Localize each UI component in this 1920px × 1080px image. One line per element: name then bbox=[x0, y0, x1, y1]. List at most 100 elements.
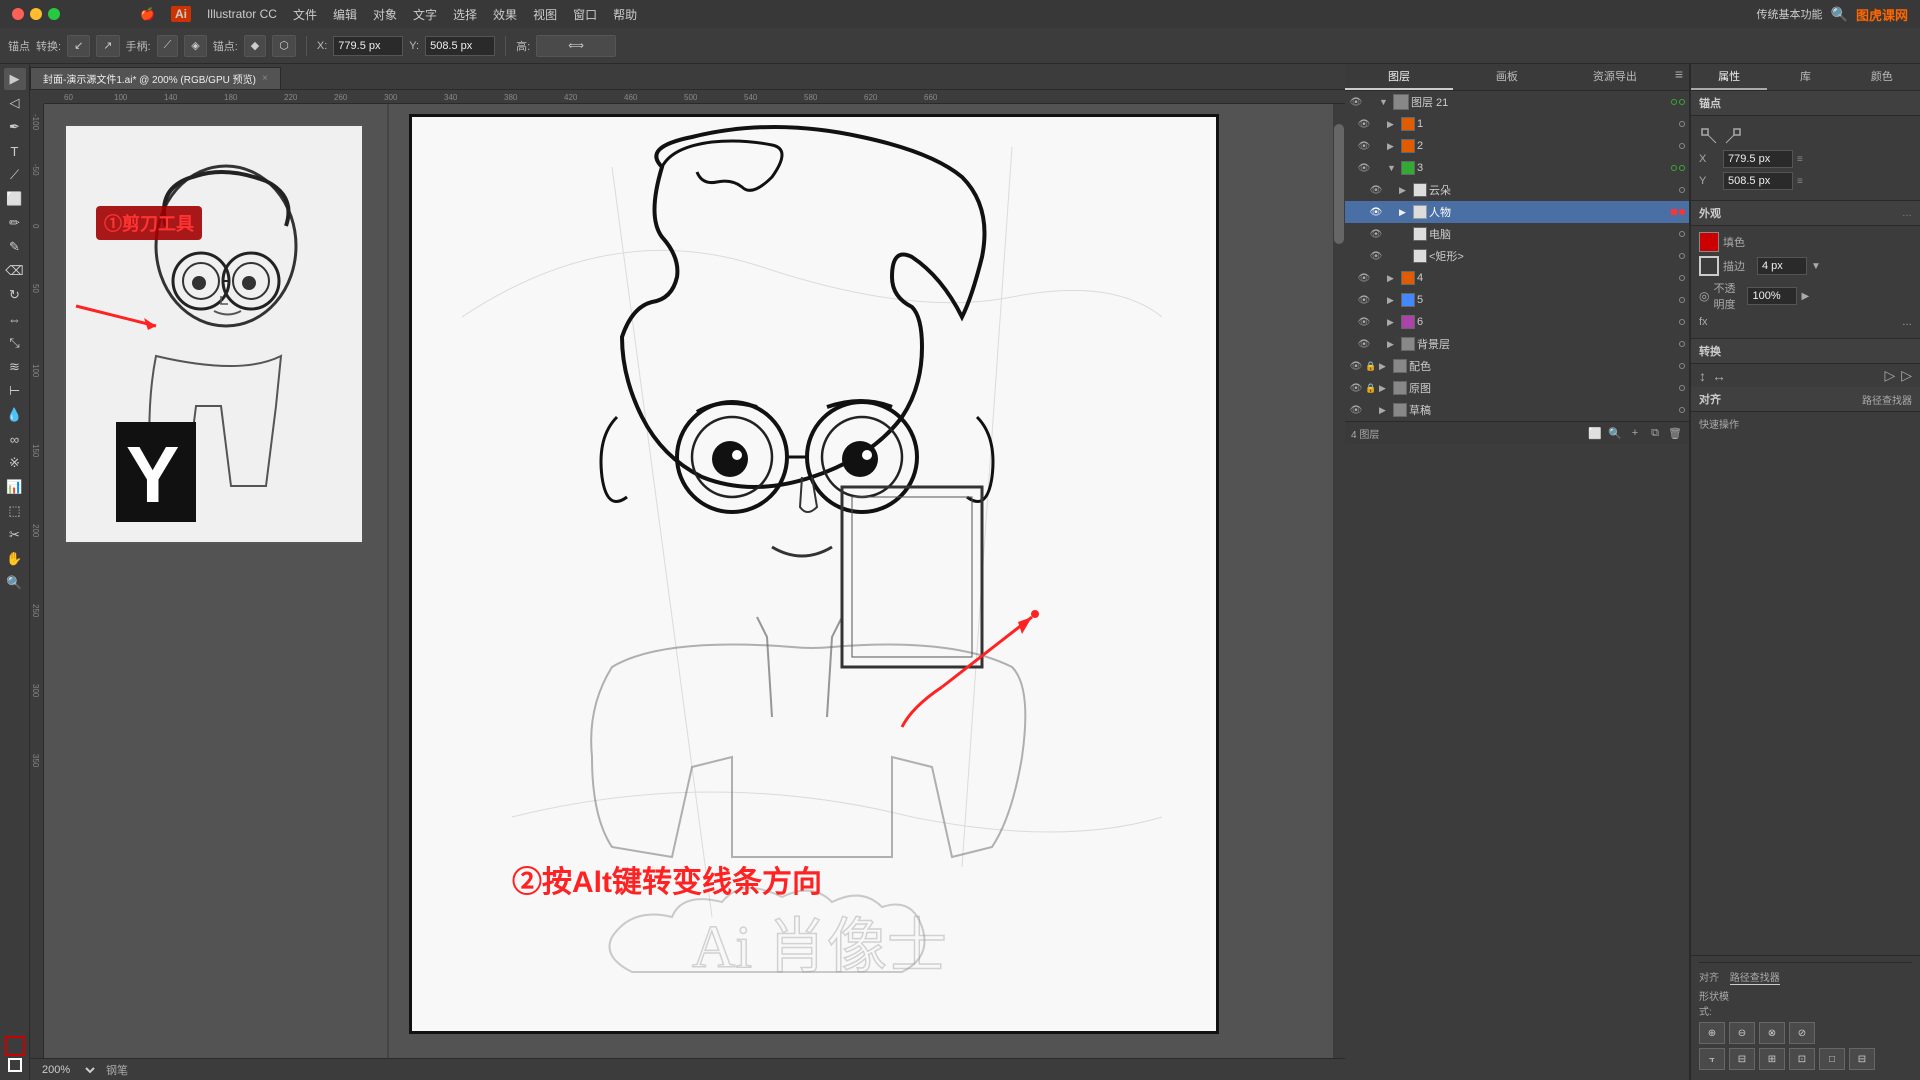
tool-select[interactable]: ▶ bbox=[4, 68, 26, 90]
layer-eye-3[interactable]: 👁 bbox=[1357, 161, 1371, 175]
layer-row-color[interactable]: 👁 🔒 ▶ 配色 bbox=[1345, 355, 1689, 377]
layer-eye-person[interactable]: 👁 bbox=[1369, 205, 1383, 219]
anchor-section-header[interactable]: 锚点 bbox=[1691, 91, 1920, 116]
layer-row-1[interactable]: 👁 ▶ 1 bbox=[1345, 113, 1689, 135]
anchor-btn2[interactable]: ⬡ bbox=[272, 35, 296, 57]
right-tab-properties[interactable]: 属性 bbox=[1691, 64, 1767, 90]
hand-btn1[interactable]: ⟋ bbox=[157, 35, 179, 57]
layer-eye-pc[interactable]: 👁 bbox=[1369, 227, 1383, 241]
tool-type[interactable]: T bbox=[4, 140, 26, 162]
layer-row-person[interactable]: 👁 ▶ 人物 bbox=[1345, 201, 1689, 223]
transform-btn1[interactable]: ↙ bbox=[67, 35, 90, 57]
layer-eye-4[interactable]: 👁 bbox=[1357, 271, 1371, 285]
align-section-header[interactable]: 对齐 路径查找器 bbox=[1691, 387, 1920, 412]
tool-symbol[interactable]: ※ bbox=[4, 452, 26, 474]
menu-effect[interactable]: 效果 bbox=[493, 6, 517, 23]
menu-window[interactable]: 窗口 bbox=[573, 6, 597, 23]
zoom-select[interactable]: 200% 100% 150% 50% bbox=[38, 1063, 98, 1077]
layer-eye-21[interactable]: 👁 bbox=[1349, 95, 1363, 109]
layer-expand-5[interactable]: ▶ bbox=[1387, 295, 1399, 306]
layer-eye-color[interactable]: 👁 bbox=[1349, 359, 1363, 373]
document-tab[interactable]: 封面-演示源文件1.ai* @ 200% (RGB/GPU 预览) × bbox=[30, 67, 281, 89]
anchor-btn1[interactable]: ◆ bbox=[244, 35, 266, 57]
layer-new-page-btn[interactable]: ⬜ bbox=[1587, 425, 1603, 441]
right-tab-library[interactable]: 库 bbox=[1767, 64, 1843, 90]
layer-row-rect[interactable]: 👁 <矩形> bbox=[1345, 245, 1689, 267]
tool-slice[interactable]: ✂ bbox=[4, 524, 26, 546]
layer-expand-4[interactable]: ▶ bbox=[1387, 273, 1399, 284]
right-tab-color[interactable]: 颜色 bbox=[1844, 64, 1920, 90]
menu-edit[interactable]: 编辑 bbox=[333, 6, 357, 23]
x-input[interactable] bbox=[333, 36, 403, 56]
tool-pen[interactable]: ✒ bbox=[4, 116, 26, 138]
stroke-input[interactable] bbox=[1757, 257, 1807, 275]
pf-minus2-btn[interactable]: ⊟ bbox=[1849, 1048, 1875, 1070]
layer-row-2[interactable]: 👁 ▶ 2 bbox=[1345, 135, 1689, 157]
layers-tab-layers[interactable]: 图层 bbox=[1345, 64, 1453, 90]
layer-row-21[interactable]: 👁 ▼ 图层 21 bbox=[1345, 91, 1689, 113]
transform-icon3[interactable]: ▷ bbox=[1884, 367, 1895, 384]
tool-width[interactable]: ⊢ bbox=[4, 380, 26, 402]
tool-warp[interactable]: ≋ bbox=[4, 356, 26, 378]
stroke-color-swatch[interactable] bbox=[1699, 256, 1719, 276]
transform-icon1[interactable]: ↕ bbox=[1699, 368, 1706, 384]
layer-row-cloud[interactable]: 👁 ▶ 云朵 bbox=[1345, 179, 1689, 201]
appearance-section-header[interactable]: 外观 … bbox=[1691, 201, 1920, 226]
anchor-topleft-icon[interactable] bbox=[1699, 126, 1719, 146]
stroke-color-icon[interactable] bbox=[8, 1058, 22, 1072]
scrollbar-thumb[interactable] bbox=[1334, 124, 1344, 244]
tool-paintbrush[interactable]: ✏ bbox=[4, 212, 26, 234]
tool-rotate[interactable]: ↻ bbox=[4, 284, 26, 306]
pf-crop-btn[interactable]: ⊡ bbox=[1789, 1048, 1815, 1070]
stroke-expand-icon[interactable]: ▼ bbox=[1811, 261, 1821, 272]
tool-blend[interactable]: ∞ bbox=[4, 428, 26, 450]
pf-divide-btn[interactable]: ⫟ bbox=[1699, 1048, 1725, 1070]
menu-help[interactable]: 帮助 bbox=[613, 6, 637, 23]
layer-row-bg[interactable]: 👁 ▶ 背景层 bbox=[1345, 333, 1689, 355]
pf-unite-btn[interactable]: ⊕ bbox=[1699, 1022, 1725, 1044]
menu-file[interactable]: 文件 bbox=[293, 6, 317, 23]
layer-expand-cloud[interactable]: ▶ bbox=[1399, 185, 1411, 196]
layer-expand-21[interactable]: ▼ bbox=[1379, 97, 1391, 107]
layer-row-pc[interactable]: 👁 电脑 bbox=[1345, 223, 1689, 245]
hand-btn2[interactable]: ◈ bbox=[184, 35, 206, 57]
layer-expand-3[interactable]: ▼ bbox=[1387, 163, 1399, 173]
pf-merge-btn[interactable]: ⊞ bbox=[1759, 1048, 1785, 1070]
pf-outline-btn[interactable]: □ bbox=[1819, 1048, 1845, 1070]
main-canvas[interactable]: Ai 肖像士 bbox=[389, 104, 1345, 1058]
layer-expand-1[interactable]: ▶ bbox=[1387, 119, 1399, 130]
layer-row-6[interactable]: 👁 ▶ 6 bbox=[1345, 311, 1689, 333]
fill-color-icon[interactable] bbox=[5, 1036, 25, 1056]
layer-lock-original[interactable]: 🔒 bbox=[1365, 383, 1377, 394]
minimize-button[interactable] bbox=[30, 8, 42, 20]
layers-tab-artboard[interactable]: 画板 bbox=[1453, 64, 1561, 90]
layer-eye-1[interactable]: 👁 bbox=[1357, 117, 1371, 131]
layer-eye-bg[interactable]: 👁 bbox=[1357, 337, 1371, 351]
close-button[interactable] bbox=[12, 8, 24, 20]
tool-mirror[interactable]: ⇔ bbox=[4, 308, 26, 330]
transform-btn2[interactable]: ↗ bbox=[96, 35, 119, 57]
layer-expand-2[interactable]: ▶ bbox=[1387, 141, 1399, 152]
layer-row-3[interactable]: 👁 ▼ 3 bbox=[1345, 157, 1689, 179]
layer-eye-cloud[interactable]: 👁 bbox=[1369, 183, 1383, 197]
layer-expand-6[interactable]: ▶ bbox=[1387, 317, 1399, 328]
transform-icon2[interactable]: ↔ bbox=[1712, 368, 1726, 384]
layer-row-4[interactable]: 👁 ▶ 4 bbox=[1345, 267, 1689, 289]
menu-object[interactable]: 对象 bbox=[373, 6, 397, 23]
anchor-topright-icon[interactable] bbox=[1723, 126, 1743, 146]
layer-duplicate-btn[interactable]: ⧉ bbox=[1647, 425, 1663, 441]
fill-color-swatch[interactable] bbox=[1699, 232, 1719, 252]
layer-lock-color[interactable]: 🔒 bbox=[1365, 361, 1377, 372]
pf-tab-align[interactable]: 对齐 bbox=[1699, 973, 1719, 984]
layer-row-5[interactable]: 👁 ▶ 5 bbox=[1345, 289, 1689, 311]
pf-tab-path[interactable]: 路径查找器 bbox=[1730, 973, 1780, 985]
maximize-button[interactable] bbox=[48, 8, 60, 20]
layer-search-btn[interactable]: 🔍 bbox=[1607, 425, 1623, 441]
tab-close-btn[interactable]: × bbox=[262, 73, 268, 84]
layer-add-btn[interactable]: + bbox=[1627, 425, 1643, 441]
tool-direct-select[interactable]: ◁ bbox=[4, 92, 26, 114]
layer-eye-rect[interactable]: 👁 bbox=[1369, 249, 1383, 263]
layer-row-original[interactable]: 👁 🔒 ▶ 原图 bbox=[1345, 377, 1689, 399]
menu-view[interactable]: 视图 bbox=[533, 6, 557, 23]
layer-expand-bg[interactable]: ▶ bbox=[1387, 339, 1399, 350]
